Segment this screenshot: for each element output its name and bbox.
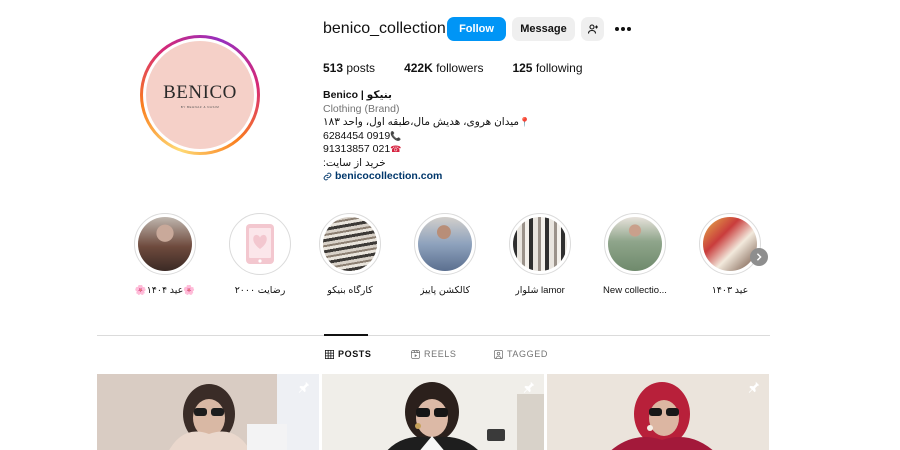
logo-subtitle: BY BEHNAZ & NASIM <box>180 104 220 109</box>
phone-number-1: 6284454 0919 <box>323 129 391 142</box>
post-thumbnail[interactable] <box>547 374 769 450</box>
highlight-cover-ring <box>134 213 196 275</box>
highlight-cover-photo <box>138 217 192 271</box>
highlight-cover-ring <box>229 213 291 275</box>
phone-line-2: 91313857 021☎ <box>323 143 583 157</box>
highlight-cover-photo <box>513 217 567 271</box>
highlight-cover-photo <box>608 217 662 271</box>
follow-button[interactable]: Follow <box>447 17 506 41</box>
more-options-icon[interactable] <box>614 19 632 39</box>
chevron-right-icon <box>756 253 762 261</box>
post-thumbnail[interactable] <box>97 374 319 450</box>
highlight-cover-photo <box>418 217 472 271</box>
highlight-cover-phone-heart <box>233 217 287 271</box>
profile-category: Clothing (Brand) <box>323 102 400 115</box>
tab-tagged[interactable]: TAGGED <box>494 349 548 359</box>
message-button[interactable]: Message <box>512 17 575 41</box>
highlight-label: کارگاه بنیکو <box>327 285 373 296</box>
tab-reels-label: REELS <box>424 349 457 359</box>
posts-count: 513 <box>323 61 344 75</box>
phone-icon: 📞 <box>390 130 402 141</box>
following-count: 125 <box>512 61 533 75</box>
active-tab-indicator <box>324 334 368 336</box>
link-icon <box>323 172 332 181</box>
profile-username: benico_collection <box>323 20 446 37</box>
post-photo <box>322 374 544 450</box>
phone-line-1: 6284454 0919📞 <box>323 130 583 144</box>
grid-icon <box>325 349 334 359</box>
highlight-cover-ring <box>319 213 381 275</box>
following-stat[interactable]: 125 following <box>512 61 582 75</box>
highlight-cover-ring <box>509 213 571 275</box>
followers-stat[interactable]: 422K followers <box>404 61 483 75</box>
profile-stats: 513 posts 422K followers 125 following <box>323 61 612 75</box>
suggested-users-button[interactable] <box>581 17 604 41</box>
website-link[interactable]: benicocollection.com <box>323 170 583 184</box>
reels-icon <box>411 349 420 359</box>
highlights-next-button[interactable] <box>750 248 768 266</box>
tab-posts-label: POSTS <box>338 349 372 359</box>
website-url: benicocollection.com <box>335 170 443 182</box>
brand-logo: BENICO BY BEHNAZ & NASIM <box>146 41 254 149</box>
highlight-label: New collectio... <box>603 285 667 296</box>
highlight-label: عید ۱۴۰۳ <box>711 285 749 296</box>
highlight-item[interactable]: New collectio... <box>595 213 675 296</box>
avatar-border: BENICO BY BEHNAZ & NASIM <box>143 38 257 152</box>
phone-heart-icon <box>246 224 274 264</box>
post-photo <box>97 374 319 450</box>
pinned-icon <box>523 381 535 393</box>
posts-stat: 513 posts <box>323 61 375 75</box>
phone-number-2: 91313857 021 <box>323 143 391 155</box>
story-highlights: 🌸عید ۱۴۰۴🌸 ۲۰۰۰ رضایت کارگاه بنیکو کالکش… <box>125 213 775 303</box>
highlight-label: کالکشن پاییز <box>419 285 471 296</box>
add-user-icon <box>587 24 598 34</box>
logo-text: BENICO <box>163 81 237 103</box>
highlight-item[interactable]: ۲۰۰۰ رضایت <box>220 213 300 296</box>
highlight-cover-ring <box>604 213 666 275</box>
highlight-label: ۲۰۰۰ رضایت <box>234 285 286 296</box>
highlight-cover-ring <box>414 213 476 275</box>
post-photo <box>547 374 769 450</box>
following-label: following <box>535 61 583 75</box>
tab-posts[interactable]: POSTS <box>325 349 372 359</box>
posts-label: posts <box>346 61 376 75</box>
tabs-divider <box>97 335 770 336</box>
display-name: Benico | بنیکو <box>323 89 392 101</box>
shop-line: خرید از سایت: <box>323 156 386 169</box>
highlight-label: 🌸عید ۱۴۰۴🌸 <box>134 285 196 296</box>
location-pin-icon: 📍 <box>519 117 531 127</box>
tagged-user-icon <box>494 349 503 359</box>
pinned-icon <box>298 381 310 393</box>
tab-reels[interactable]: REELS <box>411 349 457 359</box>
highlight-cover-photo <box>703 217 757 271</box>
followers-label: followers <box>436 61 484 75</box>
profile-avatar[interactable]: BENICO BY BEHNAZ & NASIM <box>140 35 260 155</box>
followers-count: 422K <box>404 61 433 75</box>
telephone-icon: ☎ <box>390 144 402 154</box>
highlight-cover-ring <box>699 213 761 275</box>
post-thumbnail[interactable] <box>322 374 544 450</box>
highlight-item[interactable]: 🌸عید ۱۴۰۴🌸 <box>125 213 205 296</box>
highlight-item[interactable]: کارگاه بنیکو <box>310 213 390 296</box>
highlight-cover-photo <box>323 217 377 271</box>
profile-bio: Benico | بنیکو Clothing (Brand) 📍میدان ه… <box>323 89 583 184</box>
tab-tagged-label: TAGGED <box>507 349 548 359</box>
highlight-label: شلوار lamor <box>515 285 565 296</box>
highlight-item[interactable]: کالکشن پاییز <box>405 213 485 296</box>
address-text: میدان هروی، هدیش مال،طبقه اول، واحد ۱۸۳ <box>323 116 520 128</box>
highlight-item[interactable]: شلوار lamor <box>500 213 580 296</box>
address-line: 📍میدان هروی، هدیش مال،طبقه اول، واحد ۱۸۳ <box>323 116 583 130</box>
pinned-icon <box>748 381 760 393</box>
